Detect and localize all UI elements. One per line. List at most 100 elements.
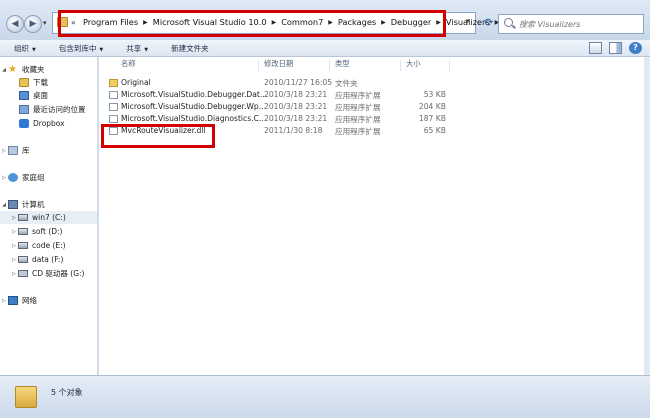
file-type: 应用程序扩展 <box>335 115 381 124</box>
sidebar-item-label: 家庭组 <box>22 173 45 182</box>
file-date: 2010/11/27 16:05 <box>264 78 333 87</box>
file-highlight-box <box>101 124 215 148</box>
expand-arrow-icon[interactable]: ▷ <box>10 229 18 235</box>
sidebar-item-drive-e[interactable]: ▷ code (E:) <box>0 239 97 252</box>
file-size: 65 KB <box>423 126 446 135</box>
new-folder-button[interactable]: 新建文件夹 <box>157 43 218 54</box>
sidebar-item-label: soft (D:) <box>32 227 63 236</box>
homegroup-icon <box>8 173 18 182</box>
hard-drive-icon <box>18 228 28 235</box>
search-input[interactable] <box>499 15 619 33</box>
chevron-down-icon: ▼ <box>99 46 104 53</box>
organize-menu[interactable]: 组织 ▼ <box>0 43 45 54</box>
sidebar-item-label: 计算机 <box>22 200 45 209</box>
sidebar-item-desktop[interactable]: 桌面 <box>0 89 97 102</box>
file-size: 204 KB <box>418 102 446 111</box>
window-edge <box>644 57 650 375</box>
file-name: Microsoft.VisualStudio.Debugger.Wp... <box>121 102 266 111</box>
recent-pages-dropdown[interactable]: ▾ <box>43 19 51 27</box>
forward-button[interactable]: ▶ <box>24 15 42 33</box>
forward-arrow-icon: ▶ <box>29 19 37 29</box>
desktop-icon <box>19 91 29 100</box>
sidebar-item-homegroup[interactable]: ▷ 家庭组 <box>0 171 97 184</box>
hard-drive-icon <box>18 256 28 263</box>
back-button[interactable]: ◀ <box>6 15 24 33</box>
cd-drive-icon <box>18 270 28 277</box>
table-row[interactable]: Microsoft.VisualStudio.Debugger.Dat... 2… <box>103 89 453 101</box>
share-menu[interactable]: 共享 ▼ <box>112 43 157 54</box>
network-icon <box>8 296 18 305</box>
address-row: ◀ ▶ ▾ « Program Files ▶ Microsoft Visual … <box>0 0 650 40</box>
include-in-library-label: 包含到库中 <box>58 43 97 53</box>
file-type: 应用程序扩展 <box>335 127 381 136</box>
sidebar-item-label: Dropbox <box>33 119 65 128</box>
chevron-down-icon: ▼ <box>32 46 36 53</box>
chevron-down-icon: ▼ <box>144 46 149 53</box>
file-size: 187 KB <box>418 114 446 123</box>
sidebar-item-drive-c[interactable]: ▷ win7 (C:) <box>0 211 97 224</box>
change-view-icon[interactable] <box>589 42 602 54</box>
sidebar-item-recent[interactable]: 最近访问的位置 <box>0 103 97 116</box>
expand-arrow-icon[interactable]: ▷ <box>0 298 8 304</box>
sidebar-item-dropbox[interactable]: Dropbox <box>0 117 97 130</box>
dropbox-icon <box>19 119 29 128</box>
expand-arrow-icon[interactable]: ▷ <box>0 175 8 181</box>
sidebar-item-network[interactable]: ▷ 网络 <box>0 294 97 307</box>
expand-arrow-icon[interactable]: ◢ <box>0 202 8 208</box>
address-dropdown[interactable]: ▾ <box>466 17 470 25</box>
expand-arrow-icon[interactable]: ▷ <box>10 271 18 277</box>
sidebar-item-label: data (F:) <box>32 255 64 264</box>
expand-arrow-icon[interactable]: ◢ <box>0 67 8 73</box>
sidebar-item-drive-f[interactable]: ▷ data (F:) <box>0 253 97 266</box>
dll-file-icon <box>109 103 118 111</box>
column-divider[interactable] <box>449 60 450 71</box>
file-name: Original <box>121 78 151 87</box>
library-icon <box>8 146 18 155</box>
expand-arrow-icon[interactable]: ▷ <box>10 243 18 249</box>
column-header-date[interactable]: 修改日期 <box>264 59 293 72</box>
sidebar-item-drive-g[interactable]: ▷ CD 驱动器 (G:) <box>0 267 97 280</box>
sidebar-item-libraries[interactable]: ▷ 库 <box>0 144 97 157</box>
organize-label: 组织 <box>14 43 29 53</box>
include-in-library-menu[interactable]: 包含到库中 ▼ <box>45 43 112 54</box>
sidebar-item-favorites[interactable]: ◢ ★ 收藏夹 <box>0 63 97 76</box>
file-name: Microsoft.VisualStudio.Diagnostics.C... <box>121 114 267 123</box>
sidebar-item-drive-d[interactable]: ▷ soft (D:) <box>0 225 97 238</box>
sidebar-item-computer[interactable]: ◢ 计算机 <box>0 198 97 211</box>
sidebar-item-label: 网络 <box>22 296 37 305</box>
navigation-pane: ◢ ★ 收藏夹 下载 桌面 最近访问的位置 Dropbox ▷ 库 ▷ 家庭组 … <box>0 57 98 375</box>
sidebar-item-label: code (E:) <box>32 241 66 250</box>
file-name: Microsoft.VisualStudio.Debugger.Dat... <box>121 90 268 99</box>
help-icon[interactable]: ? <box>629 42 642 54</box>
table-row[interactable]: Original 2010/11/27 16:05 文件夹 <box>103 77 453 89</box>
folder-icon <box>15 386 37 408</box>
expand-arrow-icon[interactable]: ▷ <box>0 148 8 154</box>
preview-pane-icon[interactable] <box>609 42 622 54</box>
status-bar: 5 个对象 <box>0 375 650 418</box>
sidebar-item-label: 库 <box>22 146 30 155</box>
column-header-name[interactable]: 名称 <box>121 59 136 72</box>
search-box <box>498 14 644 34</box>
share-label: 共享 <box>126 43 142 53</box>
hard-drive-icon <box>18 214 28 221</box>
expand-arrow-icon[interactable]: ▷ <box>10 215 18 221</box>
file-size: 53 KB <box>423 90 446 99</box>
sidebar-item-label: 下载 <box>33 78 48 87</box>
table-row[interactable]: Microsoft.VisualStudio.Debugger.Wp... 20… <box>103 101 453 113</box>
command-bar: 组织 ▼ 包含到库中 ▼ 共享 ▼ 新建文件夹 ? <box>0 40 650 57</box>
file-date: 2010/3/18 23:21 <box>264 114 328 123</box>
downloads-folder-icon <box>19 78 29 87</box>
column-divider[interactable] <box>400 60 401 71</box>
search-icon <box>504 18 513 27</box>
sidebar-item-label: CD 驱动器 (G:) <box>32 269 85 278</box>
column-header-type[interactable]: 类型 <box>335 59 350 72</box>
expand-arrow-icon[interactable]: ▷ <box>10 257 18 263</box>
file-date: 2010/3/18 23:21 <box>264 102 328 111</box>
refresh-icon[interactable]: ⟳ <box>480 15 498 33</box>
sidebar-item-label: win7 (C:) <box>32 213 66 222</box>
column-divider[interactable] <box>329 60 330 71</box>
column-divider[interactable] <box>258 60 259 71</box>
sidebar-item-downloads[interactable]: 下载 <box>0 76 97 89</box>
dll-file-icon <box>109 91 118 99</box>
column-header-size[interactable]: 大小 <box>406 59 421 72</box>
